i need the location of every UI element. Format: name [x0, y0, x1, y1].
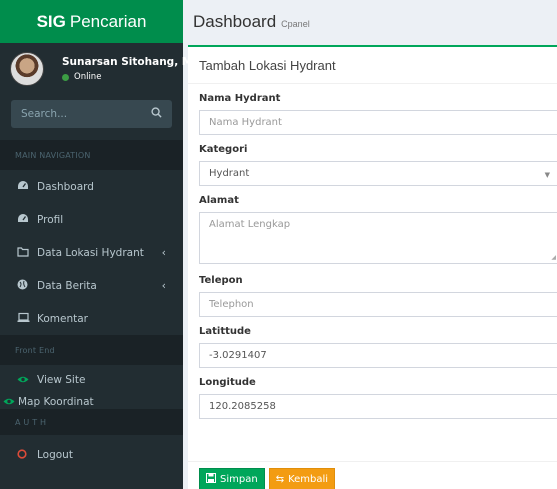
- alamat-label: Alamat: [199, 195, 239, 206]
- telepon-input[interactable]: Telephon: [199, 292, 557, 317]
- folder-icon: [17, 246, 31, 260]
- sidebar-item-dashboard[interactable]: Dashboard: [0, 170, 183, 203]
- sidebar-item-data-berita[interactable]: Data Berita ‹: [0, 269, 183, 302]
- form-footer: Simpan ⇆ Kembali: [188, 461, 557, 489]
- sidebar-item-label: Data Lokasi Hydrant: [37, 246, 144, 259]
- sidebar-item-komentar[interactable]: Komentar: [0, 302, 183, 335]
- sidebar-item-label: Dashboard: [37, 180, 94, 193]
- online-dot-icon: [62, 73, 69, 81]
- sidebar-item-label: View Site: [37, 374, 86, 386]
- nama-hydrant-input[interactable]: Nama Hydrant: [199, 110, 557, 135]
- logo-bold: SIG: [36, 11, 66, 31]
- sidebar-item-label: Map Koordinat: [18, 396, 94, 408]
- sidebar-item-map-koordinat[interactable]: Map Koordinat: [0, 395, 183, 409]
- chevron-left-icon: ‹: [161, 246, 166, 259]
- avatar: [10, 52, 44, 86]
- resize-handle-icon[interactable]: ◢: [551, 254, 556, 261]
- main-nav-header: MAIN NAVIGATION: [0, 140, 183, 170]
- kategori-select[interactable]: Hydrant ▼: [199, 161, 557, 186]
- user-panel: Sunarsan Sitohang, M.TI. Online: [0, 43, 211, 95]
- save-button-label: Simpan: [220, 473, 258, 485]
- form-box: Tambah Lokasi Hydrant Nama Hydrant Nama …: [188, 45, 557, 489]
- sidebar-item-logout[interactable]: Logout: [0, 435, 183, 475]
- sidebar-item-profil[interactable]: Profil: [0, 203, 183, 236]
- auth-nav-header: A U T H: [0, 409, 183, 435]
- sidebar-item-label: Profil: [37, 213, 64, 226]
- user-status-text: Online: [74, 72, 102, 82]
- save-icon: [206, 472, 216, 486]
- sidebar: SIG Pencarian Sunarsan Sitohang, M.TI. O…: [0, 0, 211, 489]
- sidebar-item-label: Logout: [37, 449, 73, 461]
- hydrant-form: Nama Hydrant Nama Hydrant Kategori Hydra…: [188, 93, 557, 419]
- sidebar-item-view-site[interactable]: View Site: [0, 365, 183, 395]
- caret-down-icon: ▼: [544, 171, 550, 179]
- nama-hydrant-label: Nama Hydrant: [199, 93, 281, 104]
- longitude-input[interactable]: 120.2085258: [199, 394, 557, 419]
- sidebar-item-data-lokasi-hydrant[interactable]: Data Lokasi Hydrant ‹: [0, 236, 183, 269]
- content-header: Dashboard Cpanel: [183, 0, 557, 43]
- frontend-nav-header: Front End: [0, 335, 183, 365]
- laptop-icon: [17, 312, 31, 326]
- page-title: Dashboard: [193, 11, 277, 31]
- save-button[interactable]: Simpan: [199, 468, 265, 489]
- box-title: Tambah Lokasi Hydrant: [188, 47, 557, 84]
- kategori-label: Kategori: [199, 144, 248, 155]
- globe-icon: [17, 279, 31, 293]
- search-input[interactable]: [21, 108, 141, 120]
- sidebar-item-label: Data Berita: [37, 279, 97, 292]
- chevron-left-icon: ‹: [161, 279, 166, 292]
- eye-icon: [17, 374, 31, 387]
- sidebar-item-label: Komentar: [37, 312, 88, 325]
- alamat-placeholder: Alamat Lengkap: [209, 219, 291, 230]
- latitude-input[interactable]: -3.0291407: [199, 343, 557, 368]
- back-button-label: Kembali: [288, 473, 329, 485]
- longitude-label: Longitude: [199, 377, 256, 388]
- exchange-icon: ⇆: [275, 473, 285, 485]
- logo-text: Pencarian: [69, 11, 147, 31]
- telepon-label: Telepon: [199, 275, 243, 286]
- page-subtitle: Cpanel: [281, 18, 310, 29]
- main-content: Dashboard Cpanel Tambah Lokasi Hydrant N…: [183, 0, 557, 489]
- dashboard-icon: [17, 180, 31, 194]
- search-icon[interactable]: [151, 107, 162, 121]
- latitude-label: Latittude: [199, 326, 251, 337]
- logo[interactable]: SIG Pencarian: [0, 0, 183, 43]
- kategori-value: Hydrant: [209, 168, 250, 179]
- circle-icon: [17, 448, 31, 462]
- eye-icon: [3, 396, 17, 409]
- back-button[interactable]: ⇆ Kembali: [268, 468, 336, 489]
- sidebar-search: [11, 100, 172, 128]
- alamat-textarea[interactable]: Alamat Lengkap ◢: [199, 212, 557, 264]
- dashboard-icon: [17, 213, 31, 227]
